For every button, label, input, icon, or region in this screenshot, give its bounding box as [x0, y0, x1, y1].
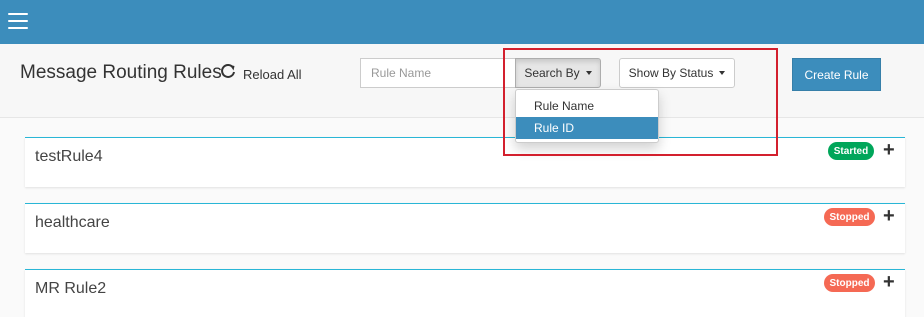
- caret-down-icon: [719, 71, 726, 75]
- expand-plus-icon[interactable]: +: [883, 205, 895, 227]
- rules-toolbar: Message Routing Rules Reload All Search …: [0, 44, 924, 118]
- top-navbar: [0, 0, 924, 44]
- rule-search-input[interactable]: [360, 58, 516, 88]
- rule-name[interactable]: MR Rule2: [35, 280, 106, 298]
- rule-card[interactable]: healthcare Stopped +: [25, 203, 905, 253]
- status-badge: Stopped: [824, 208, 875, 226]
- search-by-option-rule-id[interactable]: Rule ID: [516, 117, 658, 139]
- search-by-menu: Rule Name Rule ID: [515, 89, 659, 143]
- rule-name[interactable]: testRule4: [35, 148, 103, 166]
- caret-down-icon: [585, 71, 592, 75]
- reload-all-link[interactable]: Reload All: [243, 67, 302, 82]
- search-by-label: Search By: [524, 66, 580, 80]
- status-badge: Stopped: [824, 274, 875, 292]
- show-by-status-dropdown-button[interactable]: Show By Status: [619, 58, 735, 88]
- search-by-dropdown-button[interactable]: Search By: [515, 58, 601, 88]
- rule-card[interactable]: testRule4 Started +: [25, 137, 905, 187]
- rule-name[interactable]: healthcare: [35, 214, 110, 232]
- rule-card[interactable]: MR Rule2 Stopped +: [25, 269, 905, 317]
- expand-plus-icon[interactable]: +: [883, 271, 895, 293]
- status-badge: Started: [828, 142, 874, 160]
- hamburger-menu-icon[interactable]: [8, 13, 28, 30]
- refresh-icon[interactable]: [220, 63, 236, 79]
- page-title: Message Routing Rules: [20, 62, 222, 83]
- search-by-option-rule-name[interactable]: Rule Name: [516, 95, 658, 117]
- show-by-status-label: Show By Status: [628, 66, 714, 80]
- create-rule-button[interactable]: Create Rule: [792, 58, 881, 91]
- expand-plus-icon[interactable]: +: [883, 139, 895, 161]
